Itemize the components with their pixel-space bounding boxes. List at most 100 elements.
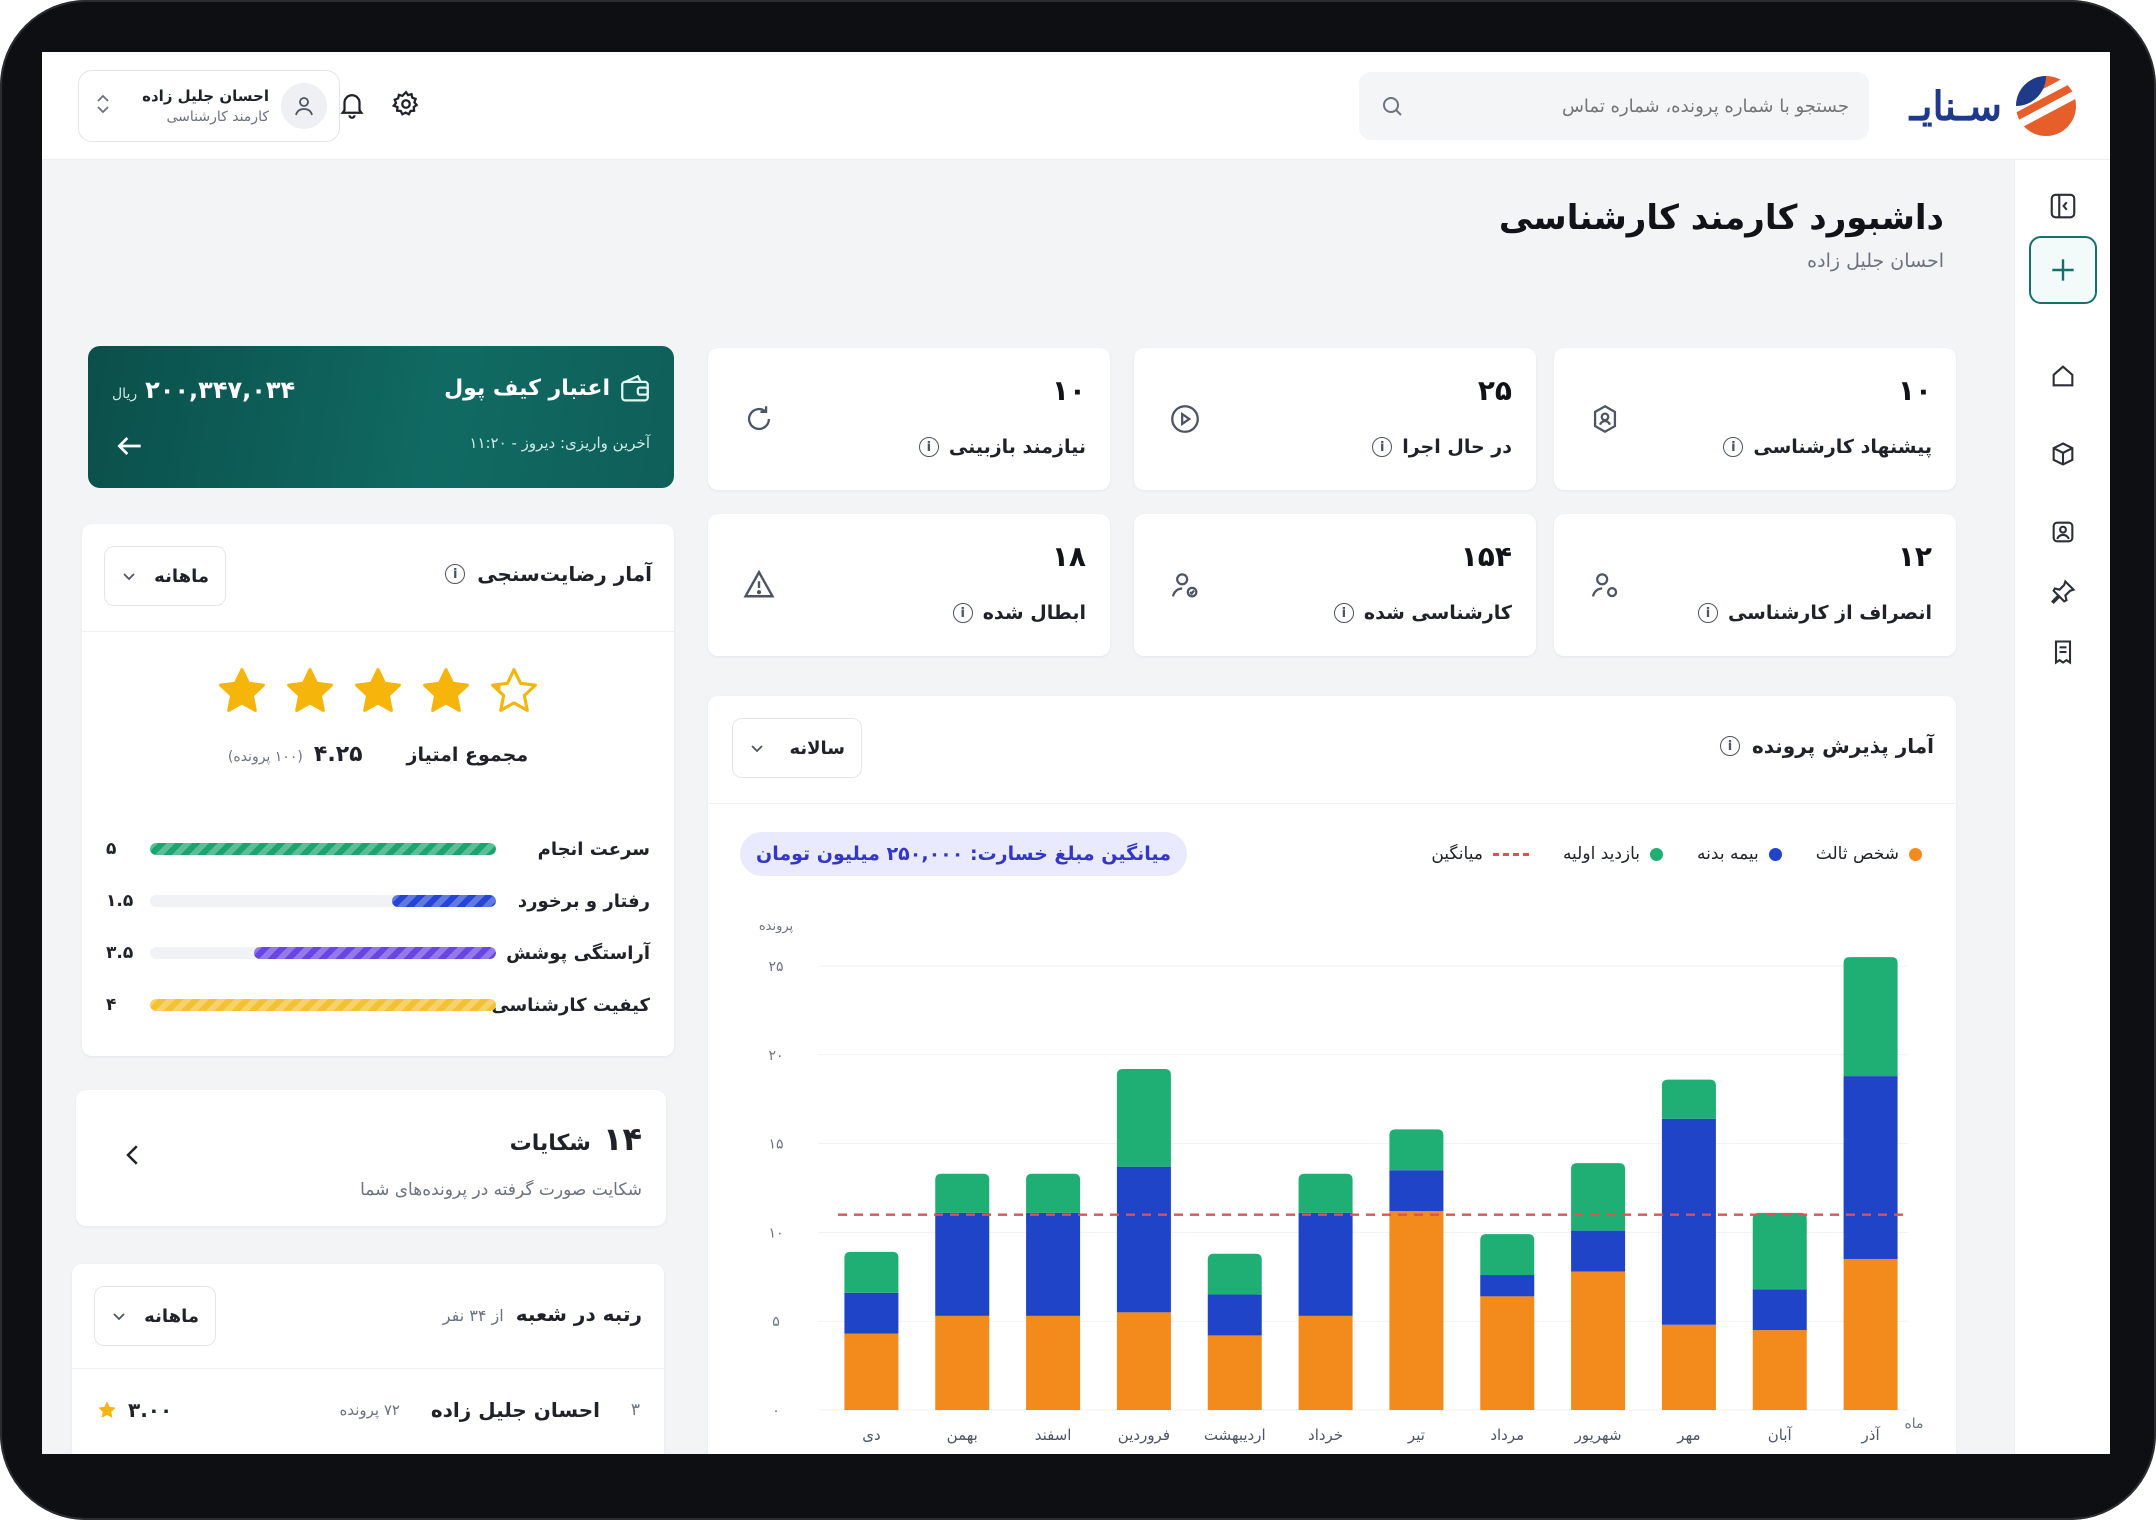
wallet-last-deposit: آخرین واریزی: دیروز - ۱۱:۲۰ (469, 434, 650, 452)
info-icon[interactable]: i (952, 603, 973, 623)
rating-label: سرعت انجام (537, 838, 650, 860)
x-tick-label: آبان (1768, 1426, 1793, 1444)
rank-row[interactable]: ۳ احسان جلیل زاده ۷۲ پرونده ۳.۰۰ (96, 1390, 640, 1430)
info-icon[interactable]: i (1723, 437, 1744, 457)
stat-card-cancelled[interactable]: ۱۸ ابطال شده i (708, 514, 1110, 656)
bar-segment (1026, 1212, 1081, 1316)
star-icon (98, 1401, 116, 1418)
y-tick-label: ۲۵ (768, 959, 783, 975)
info-icon[interactable]: i (918, 437, 939, 457)
star-icon (491, 668, 537, 712)
x-tick-label: مرداد (1490, 1426, 1524, 1444)
shield-user-icon (1582, 396, 1628, 442)
bar-segment (935, 1315, 990, 1410)
stat-value: ۲۵ (1477, 374, 1512, 407)
user-settings-icon (1582, 562, 1628, 608)
x-tick-label: دی (862, 1426, 880, 1444)
stat-card-needs-review[interactable]: ۱۰ نیازمند بازبینی i (708, 348, 1110, 490)
rank-score: ۳.۰۰ (96, 1398, 172, 1422)
page-title: داشبورد کارمند کارشناسی (1498, 198, 1944, 238)
rating-value: ۴ (106, 995, 117, 1015)
bar-segment (1026, 1173, 1081, 1213)
app-logo[interactable]: سـنایـ (1910, 76, 2076, 136)
pin-icon (2051, 579, 2076, 604)
x-tick-label: خرداد (1308, 1426, 1343, 1444)
rating-track (150, 843, 496, 855)
info-icon[interactable]: i (1697, 603, 1718, 623)
bar-segment (1571, 1271, 1626, 1410)
rail-pin[interactable] (2043, 572, 2083, 612)
x-tick-label: بهمن (947, 1426, 978, 1444)
refresh-icon (736, 396, 782, 442)
user-menu[interactable]: احسان جلیل زاده کارمند کارشناسی (78, 70, 340, 142)
satisfaction-panel: آمار رضایت‌سنجی i ماهانه مجموع امتیاز ۴.… (82, 524, 674, 1056)
add-button[interactable] (2029, 236, 2097, 304)
user-icon (295, 97, 313, 116)
stat-card-in-progress[interactable]: ۲۵ در حال اجرا i (1134, 348, 1536, 490)
collapse-sidebar-button[interactable] (2043, 186, 2083, 226)
wallet-card[interactable]: اعتبار کیف پول آخرین واریزی: دیروز - ۱۱:… (88, 346, 674, 488)
rail-box[interactable] (2043, 434, 2083, 474)
rating-fill (150, 843, 496, 855)
rail-gallery[interactable] (2043, 512, 2083, 552)
stat-card-proposal[interactable]: ۱۰ پیشنهاد کارشناسی i (1554, 348, 1956, 490)
bar-segment (1207, 1294, 1262, 1336)
rank-name: احسان جلیل زاده (430, 1398, 600, 1422)
stat-value: ۱۵۴ (1460, 540, 1512, 573)
home-icon (2052, 365, 2074, 387)
x-tick-label: شهریور (1574, 1426, 1622, 1444)
rail-receipt[interactable] (2043, 632, 2083, 672)
side-rail (2014, 160, 2110, 1454)
rail-home[interactable] (2043, 356, 2083, 396)
logo-text: سـنایـ (1909, 82, 2002, 130)
rank-title: رتبه در شعبه از ۳۴ نفر (442, 1302, 642, 1326)
rating-value: ۳.۵ (106, 943, 134, 963)
settings-button[interactable] (386, 84, 426, 124)
rank-period-select[interactable]: ماهانه (94, 1286, 216, 1346)
complaints-count: ۱۴ (602, 1120, 642, 1158)
user-role: کارمند کارشناسی (166, 109, 269, 125)
rank-panel: رتبه در شعبه از ۳۴ نفر ماهانه ۳ احسان جل… (72, 1264, 664, 1454)
wallet-icon (618, 372, 652, 406)
rating-fill (150, 999, 496, 1011)
info-icon[interactable]: i (445, 564, 466, 584)
x-tick-sublabel: ۱۴۰۴ (1131, 1451, 1157, 1454)
y-tick-label: ۲۰ (768, 1048, 783, 1064)
search-box[interactable] (1359, 72, 1869, 140)
bar-segment (1752, 1289, 1807, 1331)
satisfaction-period-select[interactable]: ماهانه (104, 546, 226, 606)
x-tick-label: تیر (1407, 1426, 1425, 1444)
bar-segment (844, 1292, 899, 1334)
chevron-updown-icon (91, 93, 115, 119)
bar-segment (1480, 1296, 1535, 1410)
complaints-card[interactable]: ۱۴ شکایات شکایت صورت گرفته در پرونده‌های… (76, 1090, 666, 1226)
bar-segment (1843, 957, 1898, 1077)
bar-segment (1752, 1330, 1807, 1410)
bar-segment (1843, 1259, 1898, 1410)
rating-label: کیفیت کارشناسی (491, 994, 650, 1016)
bar-segment (1661, 1079, 1716, 1119)
arrow-left-icon[interactable] (110, 430, 146, 466)
info-icon[interactable]: i (1372, 437, 1393, 457)
search-input[interactable] (1429, 95, 1849, 117)
chart-panel: آمار پذیرش پرونده i سالانه شخص ثالث بیمه… (708, 696, 1956, 1454)
stat-card-withdrawn[interactable]: ۱۲ انصراف از کارشناسی i (1554, 514, 1956, 656)
rating-row-quality: کیفیت کارشناسی ۴ (106, 990, 650, 1020)
play-circle-icon (1162, 396, 1208, 442)
avatar (281, 83, 327, 129)
score-summary: مجموع امتیاز ۴.۲۵ (۱۰۰ پرونده) (82, 742, 674, 767)
bar-segment (1661, 1324, 1716, 1410)
page-subtitle: احسان جلیل زاده (1807, 250, 1944, 272)
info-icon[interactable]: i (1333, 603, 1354, 623)
bar-segment (1298, 1212, 1353, 1316)
bar-segment (1026, 1315, 1081, 1410)
x-tick-sublabel: ۱۴۰۰ (859, 1451, 885, 1454)
stat-value: ۱۲ (1897, 540, 1932, 573)
stat-card-completed[interactable]: ۱۵۴ کارشناسی شده i (1134, 514, 1536, 656)
rating-label: رفتار و برخورد (517, 890, 650, 912)
bar-segment (1661, 1118, 1716, 1325)
logo-mark-icon (2016, 76, 2076, 136)
receipt-icon (2054, 640, 2072, 665)
search-icon[interactable] (1379, 93, 1405, 119)
chevron-left-icon[interactable] (114, 1140, 148, 1174)
